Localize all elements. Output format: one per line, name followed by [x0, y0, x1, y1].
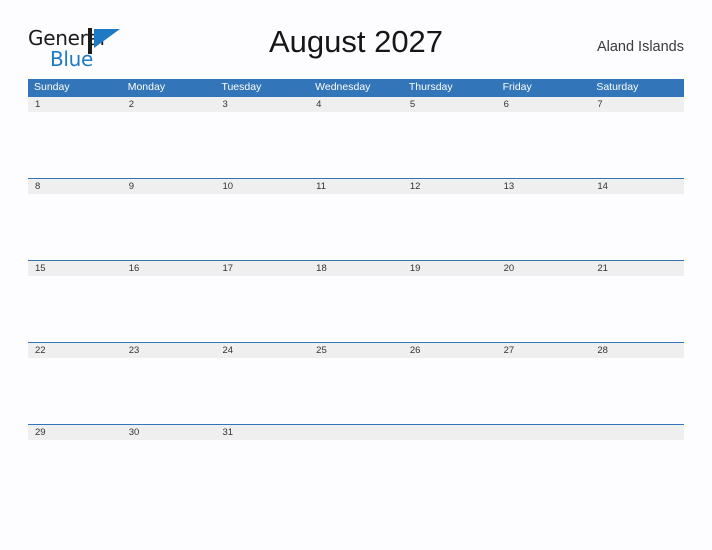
- weekday-header-row: Sunday Monday Tuesday Wednesday Thursday…: [28, 79, 684, 96]
- weekday-monday: Monday: [127, 81, 166, 93]
- day-cell[interactable]: 20: [497, 261, 591, 276]
- day-cell[interactable]: 2: [122, 97, 216, 112]
- day-cell-empty: [309, 425, 403, 440]
- day-cell[interactable]: 6: [497, 97, 591, 112]
- day-cell[interactable]: 14: [590, 179, 684, 194]
- day-cell[interactable]: 12: [403, 179, 497, 194]
- day-cell[interactable]: 5: [403, 97, 497, 112]
- day-cell[interactable]: 26: [403, 343, 497, 358]
- calendar-page: General Blue August 2027 Aland Islands S…: [0, 0, 712, 550]
- day-cell[interactable]: 23: [122, 343, 216, 358]
- week-row: 29 30 31: [28, 424, 684, 506]
- day-cell[interactable]: 31: [215, 425, 309, 440]
- day-cell-empty: [497, 425, 591, 440]
- week-date-band: 22 23 24 25 26 27 28: [28, 343, 684, 358]
- day-cell[interactable]: 22: [28, 343, 122, 358]
- week-date-band: 29 30 31: [28, 425, 684, 440]
- day-cell[interactable]: 10: [215, 179, 309, 194]
- week-notes-area[interactable]: [28, 358, 684, 424]
- page-title: August 2027: [268, 24, 444, 59]
- week-row: 22 23 24 25 26 27 28: [28, 342, 684, 424]
- day-cell[interactable]: 1: [28, 97, 122, 112]
- week-date-band: 8 9 10 11 12 13 14: [28, 179, 684, 194]
- week-notes-area[interactable]: [28, 276, 684, 342]
- day-cell[interactable]: 3: [215, 97, 309, 112]
- day-cell[interactable]: 27: [497, 343, 591, 358]
- week-notes-area[interactable]: [28, 440, 684, 506]
- day-cell-empty: [403, 425, 497, 440]
- week-date-band: 1 2 3 4 5 6 7: [28, 97, 684, 112]
- day-cell[interactable]: 30: [122, 425, 216, 440]
- weekday-friday: Friday: [502, 81, 532, 93]
- day-cell[interactable]: 24: [215, 343, 309, 358]
- day-cell[interactable]: 13: [497, 179, 591, 194]
- day-cell[interactable]: 8: [28, 179, 122, 194]
- week-date-band: 15 16 17 18 19 20 21: [28, 261, 684, 276]
- day-cell[interactable]: 9: [122, 179, 216, 194]
- day-cell[interactable]: 21: [590, 261, 684, 276]
- day-cell-empty: [590, 425, 684, 440]
- week-row: 8 9 10 11 12 13 14: [28, 178, 684, 260]
- month-calendar: Sunday Monday Tuesday Wednesday Thursday…: [28, 79, 684, 506]
- weekday-thursday: Thursday: [408, 81, 453, 93]
- region-label: Aland Islands: [596, 39, 684, 55]
- weekday-tuesday: Tuesday: [221, 81, 262, 93]
- day-cell[interactable]: 4: [309, 97, 403, 112]
- day-cell[interactable]: 28: [590, 343, 684, 358]
- week-notes-area[interactable]: [28, 194, 684, 260]
- day-cell[interactable]: 11: [309, 179, 403, 194]
- weekday-sunday: Sunday: [34, 81, 70, 93]
- day-cell[interactable]: 19: [403, 261, 497, 276]
- day-cell[interactable]: 17: [215, 261, 309, 276]
- page-header: General Blue August 2027 Aland Islands: [28, 24, 684, 72]
- week-row: 1 2 3 4 5 6 7: [28, 96, 684, 178]
- day-cell[interactable]: 29: [28, 425, 122, 440]
- weekday-saturday: Saturday: [596, 81, 639, 93]
- day-cell[interactable]: 16: [122, 261, 216, 276]
- weekday-wednesday: Wednesday: [315, 81, 371, 93]
- day-cell[interactable]: 25: [309, 343, 403, 358]
- week-row: 15 16 17 18 19 20 21: [28, 260, 684, 342]
- day-cell[interactable]: 18: [309, 261, 403, 276]
- week-notes-area[interactable]: [28, 112, 684, 178]
- day-cell[interactable]: 7: [590, 97, 684, 112]
- day-cell[interactable]: 15: [28, 261, 122, 276]
